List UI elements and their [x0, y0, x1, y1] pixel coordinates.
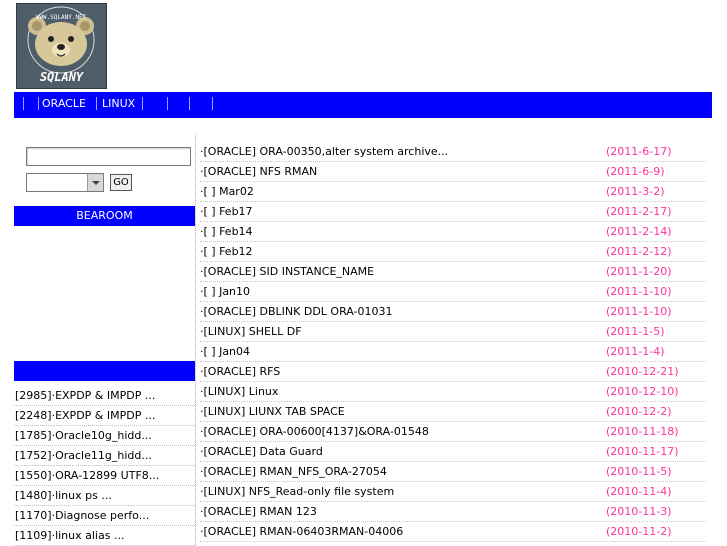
article-title[interactable]: ·[ORACLE] RMAN 123: [200, 502, 317, 522]
nav-separator: [96, 97, 97, 110]
article-date: (2010-12-21): [606, 365, 679, 378]
article-row: ·[LINUX] SHELL DF (2011-1-5): [200, 322, 706, 342]
sidebar-header-top: [14, 361, 195, 381]
list-item[interactable]: [1752]·Oracle11g_hidd...: [14, 446, 195, 466]
article-title[interactable]: ·[LINUX] NFS_Read-only file system: [200, 482, 394, 502]
article-row: ·[ORACLE] ORA-00350,alter system archive…: [200, 142, 706, 162]
article-row: ·[ORACLE] RMAN 123 (2010-11-3): [200, 502, 706, 522]
article-date: (2010-11-18): [606, 425, 679, 438]
nav-separator: [38, 97, 39, 110]
article-title[interactable]: ·[ ] Mar02: [200, 182, 254, 202]
article-date: (2010-11-2): [606, 525, 672, 538]
article-date: (2011-2-12): [606, 245, 672, 258]
article-date: (2011-6-9): [606, 165, 665, 178]
article-row: ·[ORACLE] DBLINK DDL ORA-01031 (2011-1-10…: [200, 302, 706, 322]
article-title[interactable]: ·[ORACLE] RMAN-06403RMAN-04006: [200, 522, 403, 542]
article-date: (2011-6-17): [606, 145, 672, 158]
article-row: ·[ ] Jan04 (2011-1-4): [200, 342, 706, 362]
article-title[interactable]: ·[LINUX] Linux: [200, 382, 278, 402]
article-title[interactable]: ·[LINUX] LIUNX TAB SPACE: [200, 402, 345, 422]
article-date: (2010-11-5): [606, 465, 672, 478]
article-date: (2011-2-14): [606, 225, 672, 238]
article-date: (2011-1-10): [606, 285, 672, 298]
article-date: (2010-12-2): [606, 405, 672, 418]
search-input[interactable]: [26, 147, 191, 166]
search-category-select[interactable]: [26, 173, 104, 192]
article-title[interactable]: ·[ ] Feb12: [200, 242, 253, 262]
article-row: ·[ORACLE] RMAN_NFS_ORA-27054 (2010-11-5): [200, 462, 706, 482]
article-date: (2011-2-17): [606, 205, 672, 218]
article-date: (2011-1-20): [606, 265, 672, 278]
nav-separator: [189, 97, 190, 110]
article-row: ·[ORACLE] NFS RMAN (2011-6-9): [200, 162, 706, 182]
article-title[interactable]: ·[ ] Feb14: [200, 222, 253, 242]
column-divider: [195, 134, 197, 545]
article-title[interactable]: ·[ORACLE] NFS RMAN: [200, 162, 317, 182]
article-date: (2010-11-17): [606, 445, 679, 458]
article-row: ·[ ] Feb17 (2011-2-17): [200, 202, 706, 222]
list-item[interactable]: [1550]·ORA-12899 UTF8...: [14, 466, 195, 486]
article-title[interactable]: ·[LINUX] SHELL DF: [200, 322, 302, 342]
list-item[interactable]: [2248]·EXPDP & IMPDP ...: [14, 406, 195, 426]
article-row: ·[ORACLE] ORA-00600[4137]&ORA-01548 (2010…: [200, 422, 706, 442]
article-date: (2011-1-5): [606, 325, 665, 338]
article-title[interactable]: ·[ORACLE] ORA-00350,alter system archive…: [200, 142, 448, 162]
top-navbar: ORACLE LINUX: [14, 92, 712, 118]
article-row: ·[ ] Mar02 (2011-3-2): [200, 182, 706, 202]
nav-item-linux[interactable]: LINUX: [102, 97, 135, 111]
article-row: ·[ORACLE] RMAN-06403RMAN-04006 (2010-11-2…: [200, 522, 706, 542]
list-item[interactable]: [1480]·linux ps ...: [14, 486, 195, 506]
list-item[interactable]: [1109]·linux alias ...: [14, 526, 195, 546]
nav-separator: [167, 97, 168, 110]
article-date: (2011-1-10): [606, 305, 672, 318]
article-row: ·[ ] Jan10 (2011-1-10): [200, 282, 706, 302]
article-title[interactable]: ·[ORACLE] RMAN_NFS_ORA-27054: [200, 462, 387, 482]
go-button[interactable]: GO: [110, 174, 132, 191]
article-date: (2010-11-3): [606, 505, 672, 518]
sidebar-header-bearoom: BEAROOM: [14, 206, 195, 226]
list-item[interactable]: [2985]·EXPDP & IMPDP ...: [14, 386, 195, 406]
nav-separator: [142, 97, 143, 110]
nav-separator: [212, 97, 213, 110]
article-row: ·[ORACLE] SID INSTANCE_NAME (2011-1-20): [200, 262, 706, 282]
list-item[interactable]: [1170]·Diagnose perfo...: [14, 506, 195, 526]
article-title[interactable]: ·[ ] Jan04: [200, 342, 250, 362]
top-articles-list: [2985]·EXPDP & IMPDP ... [2248]·EXPDP & …: [14, 386, 195, 546]
nav-item-oracle[interactable]: ORACLE: [42, 97, 86, 111]
nav-separator: [23, 97, 24, 110]
article-title[interactable]: ·[ ] Jan10: [200, 282, 250, 302]
article-date: (2011-1-4): [606, 345, 665, 358]
article-row: ·[LINUX] NFS_Read-only file system (2010-…: [200, 482, 706, 502]
article-date: (2011-3-2): [606, 185, 665, 198]
article-title[interactable]: ·[ORACLE] DBLINK DDL ORA-01031: [200, 302, 393, 322]
chevron-down-icon[interactable]: [87, 174, 103, 191]
article-date: (2010-12-10): [606, 385, 679, 398]
article-row: ·[ ] Feb14 (2011-2-14): [200, 222, 706, 242]
article-row: ·[ ] Feb12 (2011-2-12): [200, 242, 706, 262]
article-row: ·[LINUX] LIUNX TAB SPACE (2010-12-2): [200, 402, 706, 422]
article-date: (2010-11-4): [606, 485, 672, 498]
site-logo[interactable]: WWW.SQLANY.NET SQLANY: [16, 3, 107, 89]
article-list: ·[ORACLE] ORA-00350,alter system archive…: [200, 142, 706, 542]
article-title[interactable]: ·[ORACLE] RFS: [200, 362, 280, 382]
logo-text: SQLANY: [39, 70, 84, 84]
article-title[interactable]: ·[ ] Feb17: [200, 202, 253, 222]
sidebar: GO BEAROOM [2985]·EXPDP & IMPDP ... [224…: [14, 134, 195, 546]
list-item[interactable]: [1785]·Oracle10g_hidd...: [14, 426, 195, 446]
article-row: ·[LINUX] Linux (2010-12-10): [200, 382, 706, 402]
article-title[interactable]: ·[ORACLE] Data Guard: [200, 442, 323, 462]
article-title[interactable]: ·[ORACLE] SID INSTANCE_NAME: [200, 262, 374, 282]
article-title[interactable]: ·[ORACLE] ORA-00600[4137]&ORA-01548: [200, 422, 429, 442]
article-row: ·[ORACLE] Data Guard (2010-11-17): [200, 442, 706, 462]
article-row: ·[ORACLE] RFS (2010-12-21): [200, 362, 706, 382]
logo-ring-text: WWW.SQLANY.NET: [36, 14, 87, 21]
